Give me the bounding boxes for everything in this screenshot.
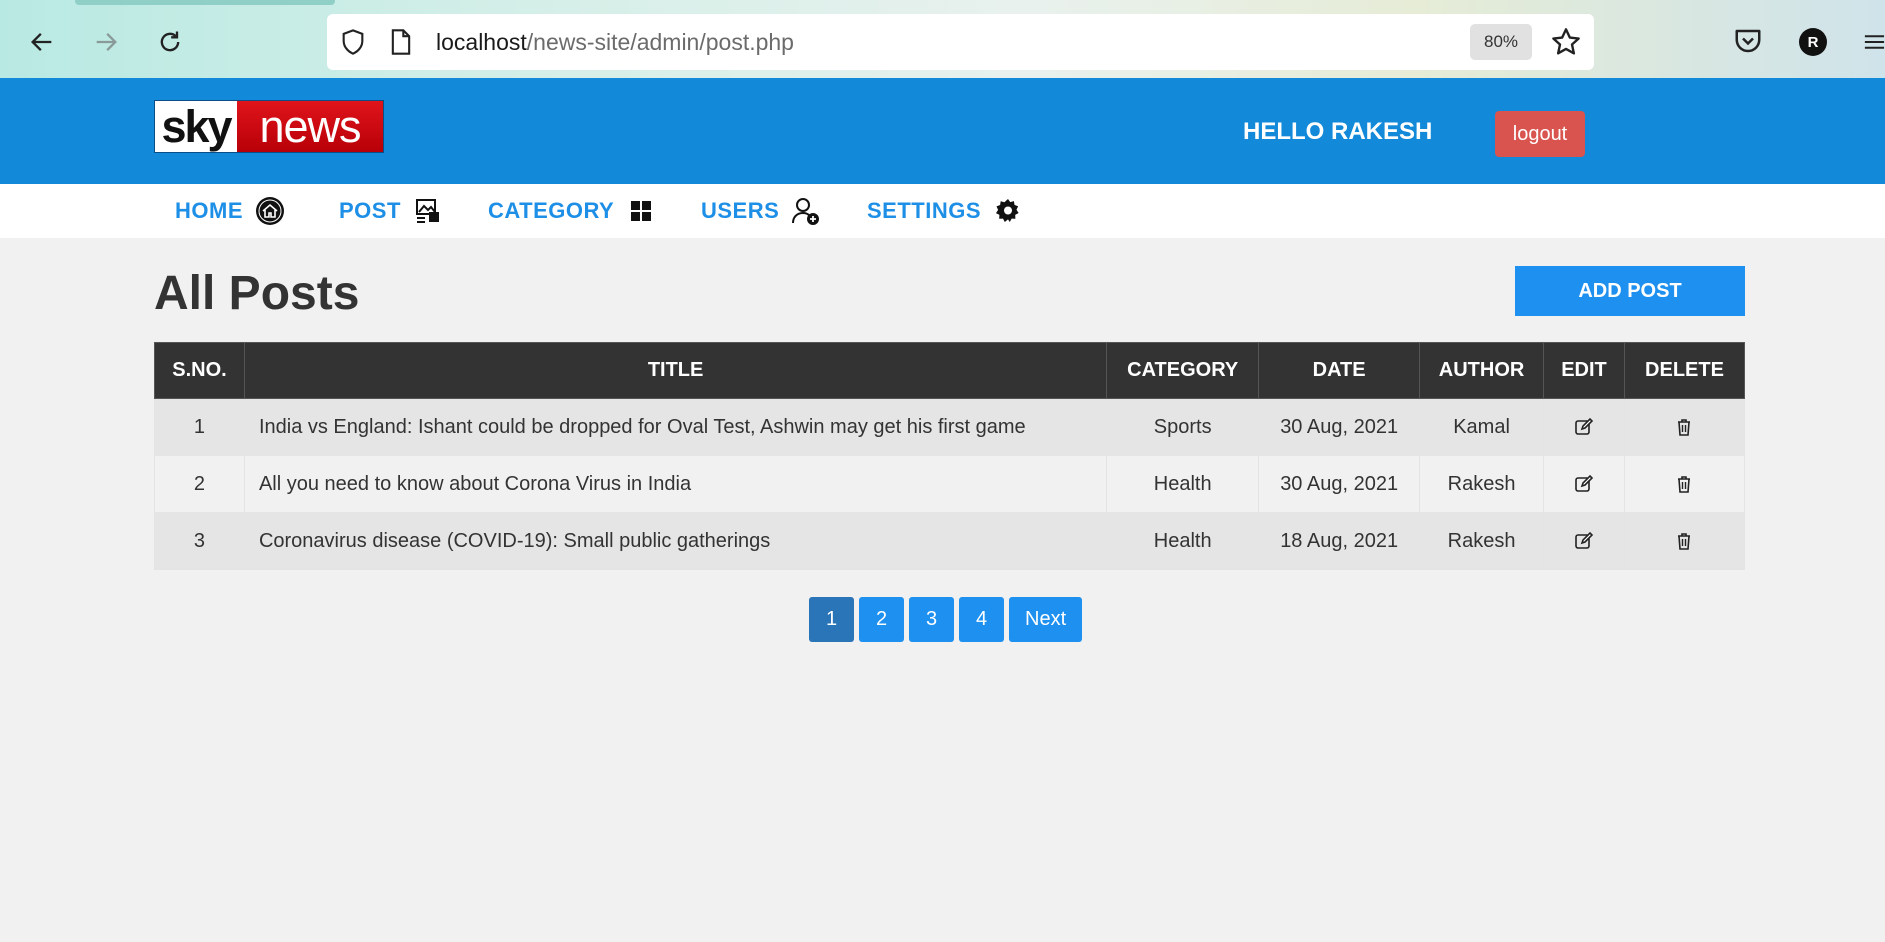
profile-avatar[interactable]: R <box>1799 28 1827 56</box>
menu-item-label: HOME <box>175 198 243 223</box>
page-title: All Posts <box>154 267 360 320</box>
logo-sky-text: sky <box>155 101 237 152</box>
column-header-delete: DELETE <box>1623 342 1746 399</box>
trash-icon[interactable] <box>1674 417 1694 437</box>
bookmark-star-icon[interactable] <box>1550 26 1582 58</box>
column-header-author: AUTHOR <box>1419 342 1545 399</box>
cell-sno: 2 <box>154 455 245 513</box>
cell-category: Health <box>1106 512 1260 570</box>
address-bar[interactable]: localhost/news-site/admin/post.php 80% <box>327 14 1594 70</box>
cell-delete <box>1623 455 1746 513</box>
menu-item-label: USERS <box>701 198 780 223</box>
reload-icon <box>160 31 180 52</box>
cell-edit <box>1543 512 1625 570</box>
url-text[interactable]: localhost/news-site/admin/post.php <box>436 29 794 56</box>
reload-button[interactable] <box>150 22 190 62</box>
cell-delete <box>1623 512 1746 570</box>
edit-icon[interactable] <box>1574 417 1594 437</box>
menu-item-settings[interactable]: SETTINGS <box>867 184 1023 238</box>
page-link-4[interactable]: 4 <box>959 597 1004 642</box>
table-row: 3 Coronavirus disease (COVID-19): Small … <box>154 512 1746 570</box>
user-greeting: HELLO RAKESH <box>1243 118 1433 145</box>
pocket-icon[interactable] <box>1733 26 1763 56</box>
page-link-1[interactable]: 1 <box>809 597 854 642</box>
cell-title: India vs England: Ishant could be droppe… <box>243 398 1108 456</box>
pagination: 1 2 3 4 Next <box>809 597 1083 642</box>
browser-toolbar: localhost/news-site/admin/post.php 80% R <box>0 0 1885 78</box>
cell-delete <box>1623 398 1746 456</box>
url-path: /news-site/admin/post.php <box>526 29 794 55</box>
active-tab-indicator <box>75 0 335 5</box>
menu-item-home[interactable]: HOME <box>175 184 285 238</box>
cell-edit <box>1543 398 1625 456</box>
posts-table: S.NO. TITLE CATEGORY DATE AUTHOR EDIT DE… <box>154 342 1746 570</box>
cell-sno: 3 <box>154 512 245 570</box>
back-button[interactable] <box>22 22 62 62</box>
home-icon <box>256 197 284 225</box>
admin-menu: HOME POST CATEGORY USERS SETTINGS <box>0 184 1885 238</box>
menu-item-category[interactable]: CATEGORY <box>488 184 656 238</box>
cell-author: Rakesh <box>1419 455 1545 513</box>
column-header-edit: EDIT <box>1543 342 1625 399</box>
category-grid-icon <box>631 201 652 221</box>
add-post-button[interactable]: ADD POST <box>1515 266 1745 316</box>
cell-date: 30 Aug, 2021 <box>1258 398 1421 456</box>
column-header-date: DATE <box>1258 342 1421 399</box>
table-header-row: S.NO. TITLE CATEGORY DATE AUTHOR EDIT DE… <box>154 342 1746 399</box>
cell-author: Kamal <box>1419 398 1545 456</box>
edit-icon[interactable] <box>1574 531 1594 551</box>
column-header-title: TITLE <box>243 342 1108 399</box>
cell-title: Coronavirus disease (COVID-19): Small pu… <box>243 512 1108 570</box>
menu-item-users[interactable]: USERS <box>701 184 821 238</box>
cell-edit <box>1543 455 1625 513</box>
sky-news-logo[interactable]: sky news <box>154 100 384 153</box>
menu-item-label: CATEGORY <box>488 198 615 223</box>
cell-title: All you need to know about Corona Virus … <box>243 455 1108 513</box>
user-add-icon <box>792 198 820 225</box>
page-link-3[interactable]: 3 <box>909 597 954 642</box>
page-info-icon[interactable] <box>389 28 413 56</box>
trash-icon[interactable] <box>1674 531 1694 551</box>
logout-button[interactable]: logout <box>1495 111 1585 157</box>
trash-icon[interactable] <box>1674 474 1694 494</box>
site-header: sky news HELLO RAKESH logout <box>0 78 1885 184</box>
cell-date: 18 Aug, 2021 <box>1258 512 1421 570</box>
post-icon <box>415 199 439 223</box>
cell-category: Health <box>1106 455 1260 513</box>
edit-icon[interactable] <box>1574 474 1594 494</box>
hamburger-menu-icon[interactable] <box>1862 30 1885 54</box>
cell-date: 30 Aug, 2021 <box>1258 455 1421 513</box>
next-page-button[interactable]: Next <box>1009 597 1083 642</box>
column-header-sno: S.NO. <box>154 342 245 399</box>
url-host: localhost <box>436 29 527 55</box>
table-row: 1 India vs England: Ishant could be drop… <box>154 398 1746 456</box>
forward-button[interactable] <box>86 22 126 62</box>
menu-item-label: POST <box>339 198 401 223</box>
zoom-level-badge[interactable]: 80% <box>1470 24 1532 60</box>
cell-sno: 1 <box>154 398 245 456</box>
menu-item-label: SETTINGS <box>867 198 982 223</box>
cell-category: Sports <box>1106 398 1260 456</box>
column-header-category: CATEGORY <box>1106 342 1260 399</box>
cell-author: Rakesh <box>1419 512 1545 570</box>
logo-news-text: news <box>237 101 383 152</box>
menu-item-post[interactable]: POST <box>339 184 443 238</box>
gear-icon <box>996 199 1019 222</box>
page-link-2[interactable]: 2 <box>859 597 904 642</box>
arrow-left-icon <box>31 33 52 51</box>
table-row: 2 All you need to know about Corona Viru… <box>154 455 1746 513</box>
shield-icon[interactable] <box>339 28 367 56</box>
arrow-right-icon <box>96 33 117 51</box>
